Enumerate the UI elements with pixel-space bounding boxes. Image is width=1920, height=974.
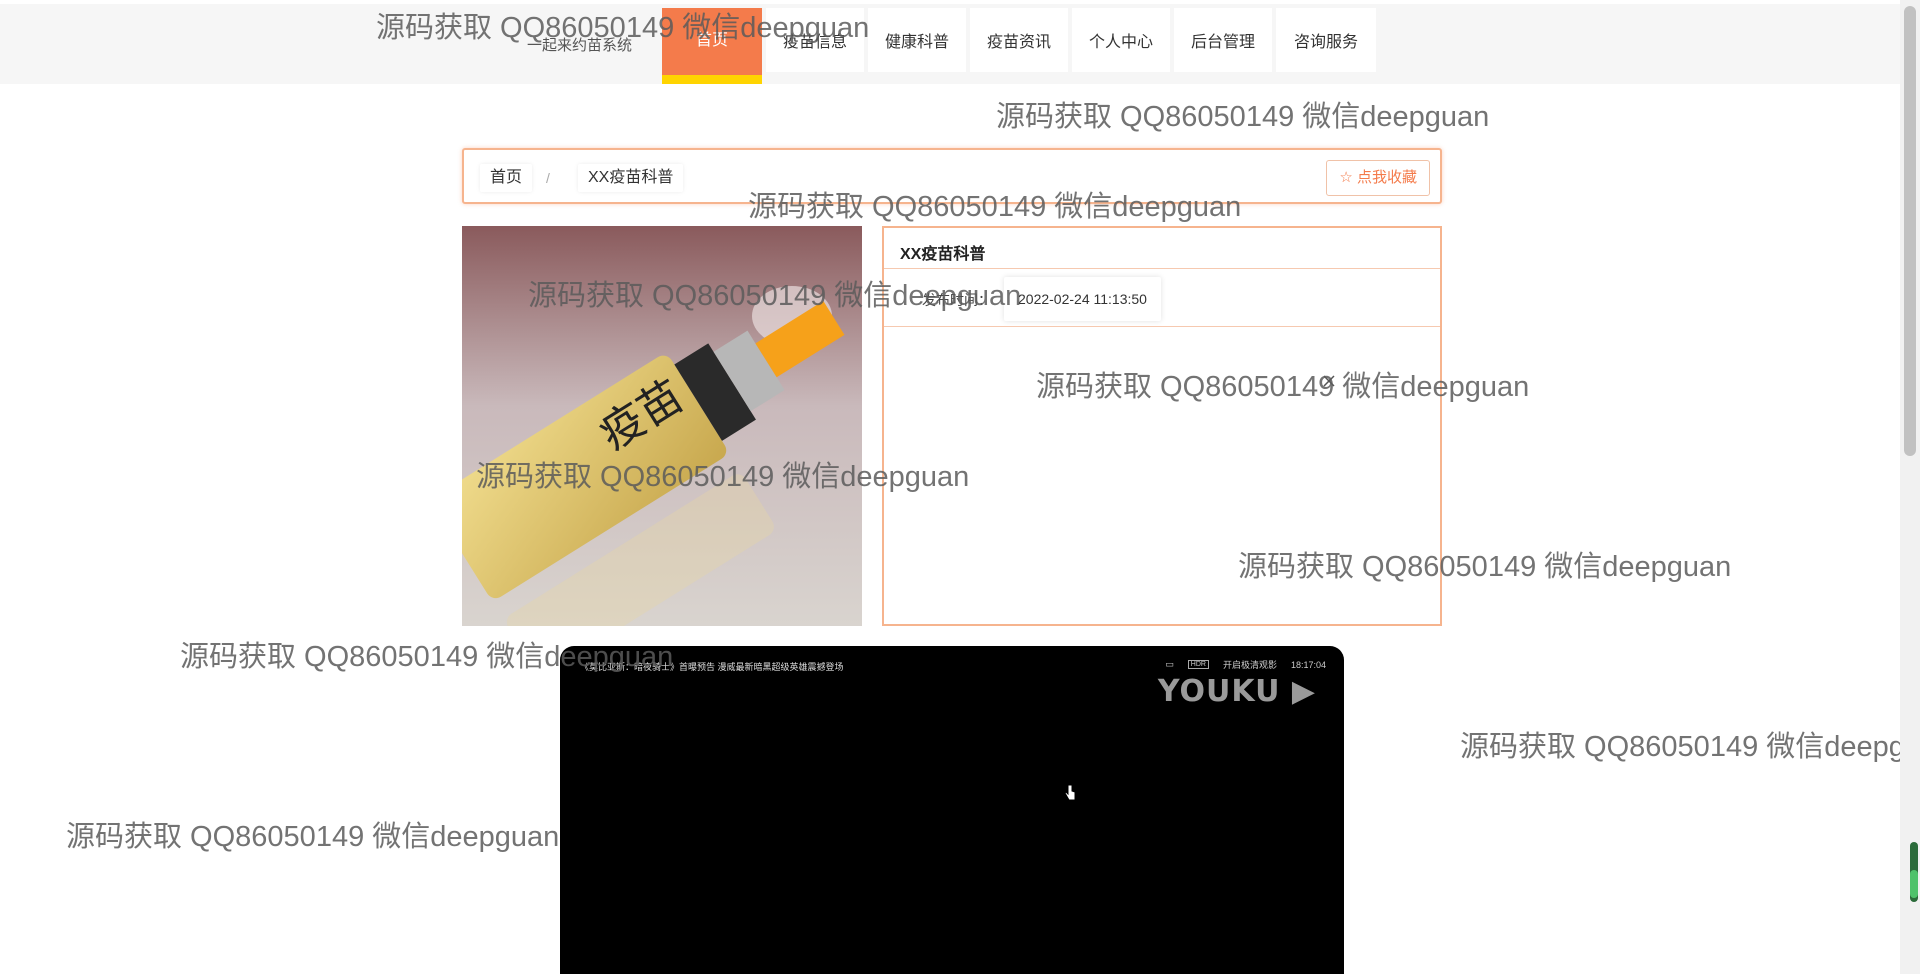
breadcrumb-home[interactable]: 首页 xyxy=(480,164,533,192)
article-image: 疫苗 xyxy=(462,226,862,626)
favorite-label: 点我收藏 xyxy=(1356,169,1417,186)
battery-icon: ▭ xyxy=(1165,659,1174,669)
publish-time-value: 2022-02-24 11:13:50 xyxy=(1004,277,1161,321)
brand-tagline: 一起来约苗系统 xyxy=(527,37,633,54)
favorite-button[interactable]: ☆ 点我收藏 xyxy=(1326,160,1430,196)
youku-logo: YOUKU ▶ xyxy=(1157,674,1316,709)
scrollbar-thumb[interactable] xyxy=(1904,6,1916,456)
page-scrollbar[interactable] xyxy=(1900,0,1920,974)
nav-item-vaccine-info[interactable]: 疫苗信息 xyxy=(766,8,864,72)
publish-time-label: 发布时间： xyxy=(922,292,992,308)
close-icon[interactable] xyxy=(1322,374,1336,388)
nav-item-personal-center[interactable]: 个人中心 xyxy=(1072,8,1170,72)
breadcrumb-current: XX疫苗科普 xyxy=(578,164,684,192)
top-header: 一起来约苗系统 首页 疫苗信息 健康科普 疫苗资讯 个人中心 后台管理 咨询服务 xyxy=(0,4,1900,84)
quality-toggle[interactable]: 开启极清观影 xyxy=(1223,658,1277,671)
breadcrumb-separator: / xyxy=(546,170,550,186)
article-info-card: XX疫苗科普 发布时间： 2022-02-24 11:13:50 xyxy=(882,226,1442,626)
watermark: 源码获取 QQ86050149 微信deepguan xyxy=(66,821,560,853)
divider xyxy=(884,326,1440,327)
scroll-indicator-fill xyxy=(1910,870,1918,898)
nav-item-health-science[interactable]: 健康科普 xyxy=(868,8,966,72)
star-icon: ☆ xyxy=(1339,169,1353,186)
main-nav: 首页 疫苗信息 健康科普 疫苗资讯 个人中心 后台管理 咨询服务 xyxy=(662,8,1380,84)
watermark: 源码获取 QQ86050149 微信deepguan xyxy=(996,101,1490,133)
video-title: 《莫比亚斯：暗夜骑士》首曝预告 漫威最新暗黑超级英雄震撼登场 xyxy=(580,662,844,672)
divider xyxy=(884,268,1440,269)
article-title: XX疫苗科普 xyxy=(900,246,986,263)
watermark: 源码获取 QQ86050149 微信deepguan xyxy=(1460,731,1900,763)
nav-item-vaccine-news[interactable]: 疫苗资讯 xyxy=(970,8,1068,72)
hdr-badge: HDR xyxy=(1187,660,1209,669)
video-status-bar: ▭ HDR 开启极清观影 18:17:04 xyxy=(1165,658,1326,671)
nav-item-consult[interactable]: 咨询服务 xyxy=(1276,8,1376,72)
video-player[interactable]: 《莫比亚斯：暗夜骑士》首曝预告 漫威最新暗黑超级英雄震撼登场 ▭ HDR 开启极… xyxy=(560,646,1344,974)
nav-item-home[interactable]: 首页 xyxy=(662,8,762,84)
breadcrumb: 首页 / XX疫苗科普 ☆ 点我收藏 xyxy=(462,148,1442,204)
hand-cursor-icon xyxy=(1064,784,1076,801)
nav-item-admin[interactable]: 后台管理 xyxy=(1174,8,1272,72)
video-clock: 18:17:04 xyxy=(1290,659,1326,670)
